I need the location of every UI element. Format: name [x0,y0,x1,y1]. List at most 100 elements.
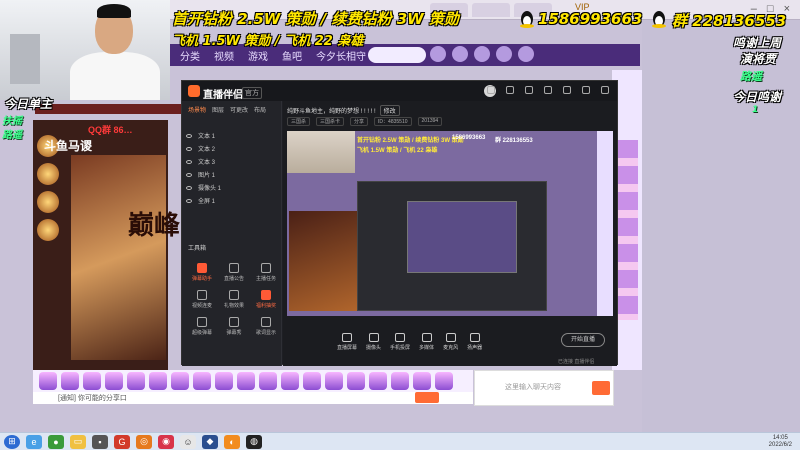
tool-label: 福利抽奖 [255,303,276,309]
gift-icon[interactable] [281,372,299,390]
close-icon[interactable] [601,86,609,94]
app-version-badge: 官方 [242,87,262,99]
source-screen[interactable]: 直播屏幕 [337,333,357,351]
eye-icon[interactable] [186,172,192,177]
gift-icon[interactable] [347,372,365,390]
tool-lottery[interactable]: 福利抽奖 [252,290,280,309]
layer-item[interactable]: 文本 1 [186,129,278,142]
streamer-hair [97,4,131,18]
eye-icon[interactable] [186,133,192,138]
nav-item[interactable]: 游戏 [248,48,268,63]
stream-preview[interactable]: 首开钻粉 2.5W 策勋 / 续费钻粉 3W 策勋 飞机 1.5W 策勋 / 飞… [287,131,613,316]
rank-badge-icon[interactable] [37,219,59,241]
terminal-icon[interactable]: ▪ [92,434,108,449]
user-avatar[interactable] [518,46,534,62]
gift-icon[interactable] [237,372,255,390]
tool-danmu-helper[interactable]: 弹幕助手 [188,263,216,282]
gift-icon[interactable] [61,372,79,390]
maximize-icon[interactable] [582,86,590,94]
layer-item[interactable]: 全屏 1 [186,194,278,207]
gift-icon[interactable] [325,372,343,390]
message-icon[interactable] [525,86,533,94]
room-tag[interactable]: 三国杀卡 [316,117,345,126]
tool-video-link[interactable]: 视频连麦 [188,290,216,309]
tool-danmu-show[interactable]: 弹幕秀 [220,317,248,336]
tab-editable[interactable]: 可更改 [230,105,248,114]
tab-layer[interactable]: 图层 [212,105,224,114]
room-tag[interactable]: 三国杀 [287,117,311,126]
folder-icon[interactable]: ▭ [70,434,86,449]
eye-icon[interactable] [186,198,192,203]
source-phone[interactable]: 手机投屏 [390,333,410,351]
source-mic[interactable]: 麦克风 [443,333,458,351]
layer-item[interactable]: 文本 3 [186,155,278,168]
netease-icon[interactable]: ◉ [158,434,174,449]
gift-icon[interactable] [127,372,145,390]
game-icon[interactable]: ☺ [180,434,196,449]
source-camera[interactable]: 摄像头 [366,333,381,351]
rank-badge-icon[interactable] [37,163,59,185]
edit-title-button[interactable]: 修改 [379,105,400,116]
gift-icon[interactable] [83,372,101,390]
minimize-icon[interactable] [563,86,571,94]
gift-icon[interactable] [171,372,189,390]
eye-icon[interactable] [186,185,192,190]
gift-icon[interactable] [303,372,321,390]
menu-icon[interactable] [544,86,552,94]
tool-gift-effect[interactable]: 礼物效果 [220,290,248,309]
browser-tab[interactable] [472,3,510,17]
layer-item[interactable]: 文本 2 [186,142,278,155]
gift-icon[interactable] [413,372,431,390]
gift-icon[interactable] [149,372,167,390]
history-icon[interactable] [430,46,446,62]
download-icon[interactable] [474,46,490,62]
nav-item[interactable]: 分类 [180,48,200,63]
ie-icon[interactable]: e [26,434,42,449]
follow-icon[interactable] [452,46,468,62]
tool-announcement[interactable]: 直播公告 [220,263,248,282]
tab-layout[interactable]: 布局 [254,105,266,114]
companion-icon[interactable]: ◐ [224,434,240,449]
layer-item[interactable]: 图片 1 [186,168,278,181]
layer-item[interactable]: 摄像头 1 [186,181,278,194]
eye-icon[interactable] [186,159,192,164]
overlay-left-green-1: 扶摇 [2,116,22,127]
tab-scene[interactable]: 场景物 [188,105,206,114]
source-speaker[interactable]: 扬声器 [467,333,482,351]
chrome-icon[interactable]: ● [48,434,64,449]
gift-icon[interactable] [391,372,409,390]
eye-icon[interactable] [186,146,192,151]
nav-item[interactable]: 今夕长相守 [316,48,366,63]
start-button[interactable]: ⊞ [4,434,20,449]
tool-tasks[interactable]: 主播任务 [252,263,280,282]
browser-icon[interactable]: ◎ [136,434,152,449]
gift-icon[interactable] [39,372,57,390]
obs-icon[interactable]: ◍ [246,434,262,449]
share-button[interactable] [415,392,439,403]
settings-icon[interactable] [487,86,495,94]
nav-item[interactable]: 视频 [214,48,234,63]
gift-icon[interactable] [369,372,387,390]
game-logo-text: 巅峰 [128,211,181,241]
layer-name: 图片 1 [198,173,216,179]
gift-icon[interactable] [259,372,277,390]
tool-super-danmu[interactable]: 超级弹幕 [188,317,216,336]
gift-icon[interactable] [193,372,211,390]
start-stream-button[interactable]: 开始直播 [561,333,605,347]
rank-badge-icon[interactable] [37,191,59,213]
gift-icon[interactable] [435,372,453,390]
gift-icon[interactable] [105,372,123,390]
nav-item[interactable]: 鱼吧 [282,48,302,63]
tool-lyrics[interactable]: 歌词显示 [252,317,280,336]
skin-icon[interactable] [506,86,514,94]
chat-send-button[interactable] [592,381,610,395]
message-icon[interactable] [496,46,512,62]
site-search-input[interactable] [368,47,426,63]
app-icon[interactable]: G [114,434,130,449]
gift-icon[interactable] [215,372,233,390]
room-tag[interactable]: 分享 [350,117,369,126]
douyu-icon[interactable]: ◆ [202,434,218,449]
source-media[interactable]: 多媒体 [419,333,434,351]
streaming-app-window: 直播伴侣 官方 场景物 图层 可更改 布局 文本 1 文本 2 文本 3 图片 … [181,80,618,366]
preview-qq: 1586993663 [452,135,486,141]
